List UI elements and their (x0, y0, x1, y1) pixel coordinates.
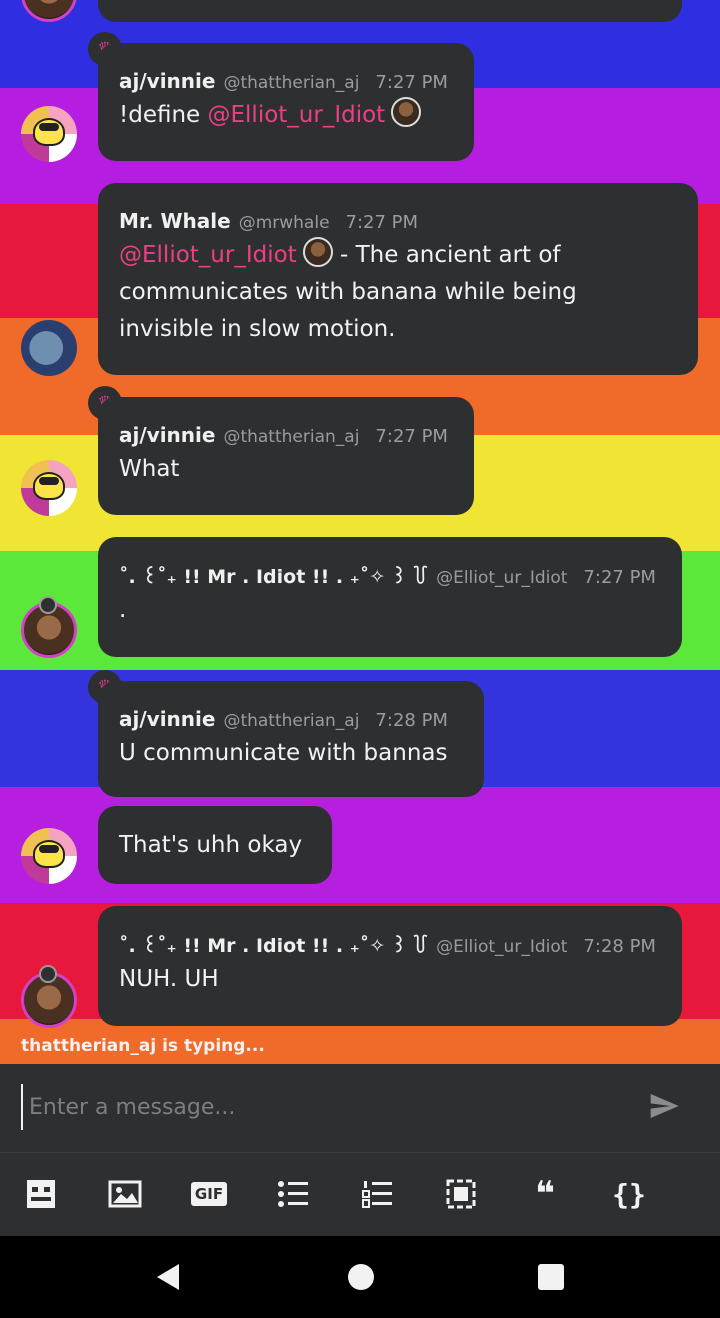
back-icon[interactable] (153, 1262, 183, 1292)
numbered-list-icon[interactable] (358, 1175, 396, 1213)
author-name[interactable]: Mr. Whale (119, 209, 231, 233)
author-handle: @thattherian_aj (223, 711, 360, 731)
select-icon[interactable] (442, 1175, 480, 1213)
typing-indicator: thattherian_aj is typing... (21, 1036, 265, 1056)
message-bubble[interactable]: That's uhh okay (98, 806, 332, 884)
send-icon[interactable] (648, 1090, 680, 1122)
author-name[interactable]: aj/vinnie (119, 69, 215, 93)
avatar (391, 97, 422, 127)
emoji-icon[interactable] (22, 1175, 60, 1213)
avatar[interactable] (21, 106, 77, 162)
mention-link[interactable]: @Elliot_ur_Idiot (119, 242, 297, 268)
author-handle: @mrwhale (238, 213, 330, 233)
author-name[interactable]: ˚. ꒰˚₊ !! Mr . Idiot !! . ₊˚✧ ꒱ ꒦ (119, 932, 428, 957)
mention-link[interactable]: @Elliot_ur_Idiot (208, 102, 386, 128)
chat-background: ♛ aj/vinnie @thattherian_aj 7:27 PM !def… (0, 0, 720, 1064)
message-bubble[interactable]: aj/vinnie @thattherian_aj 7:28 PM U comm… (98, 681, 484, 797)
author-handle: @Elliot_ur_Idiot (436, 937, 568, 957)
author-handle: @thattherian_aj (223, 73, 360, 93)
avatar[interactable] (21, 460, 77, 516)
message-bubble[interactable]: ˚. ꒰˚₊ !! Mr . Idiot !! . ₊˚✧ ꒱ ꒦ @Ellio… (98, 537, 682, 657)
avatar (302, 237, 333, 267)
image-icon[interactable] (106, 1175, 144, 1213)
timestamp: 7:28 PM (583, 936, 656, 957)
message-text: That's uhh okay (119, 832, 303, 858)
status-badge (39, 596, 57, 614)
system-nav-bar (0, 1236, 720, 1318)
timestamp: 7:28 PM (375, 710, 448, 731)
message-text: . (119, 597, 127, 623)
gif-icon[interactable]: GIF (190, 1175, 228, 1213)
message-bubble[interactable]: ˚. ꒰˚₊ !! Mr . Idiot !! . ₊˚✧ ꒱ ꒦ @Ellio… (98, 906, 682, 1026)
code-icon[interactable]: {} (610, 1175, 648, 1213)
message-text: U communicate with bannas (119, 740, 448, 766)
message-text: !define (119, 102, 208, 128)
timestamp: 7:27 PM (583, 567, 656, 588)
avatar[interactable] (21, 828, 77, 884)
message-text: What (119, 456, 180, 482)
avatar[interactable] (21, 320, 77, 376)
author-name[interactable]: ˚. ꒰˚₊ !! Mr . Idiot !! . ₊˚✧ ꒱ ꒦ (119, 563, 428, 588)
formatting-toolbar: GIF ❝ {} (0, 1152, 720, 1236)
recents-icon[interactable] (536, 1262, 566, 1292)
status-badge (39, 965, 57, 983)
author-name[interactable]: aj/vinnie (119, 423, 215, 447)
author-handle: @thattherian_aj (223, 427, 360, 447)
message-composer (0, 1064, 720, 1152)
timestamp: 7:27 PM (345, 212, 419, 233)
message-text: NUH. UH (119, 966, 219, 992)
author-handle: @Elliot_ur_Idiot (436, 568, 568, 588)
timestamp: 7:27 PM (375, 72, 448, 93)
message-input[interactable] (21, 1084, 621, 1130)
message-bubble[interactable]: aj/vinnie @thattherian_aj 7:27 PM !defin… (98, 43, 474, 161)
message-bubble[interactable]: aj/vinnie @thattherian_aj 7:27 PM What (98, 397, 474, 515)
timestamp: 7:27 PM (375, 426, 448, 447)
quote-icon[interactable]: ❝ (526, 1175, 564, 1213)
message-bubble[interactable]: Mr. Whale @mrwhale 7:27 PM @Elliot_ur_Id… (98, 183, 698, 375)
bullet-list-icon[interactable] (274, 1175, 312, 1213)
author-name[interactable]: aj/vinnie (119, 707, 215, 731)
message-bubble[interactable] (98, 0, 682, 22)
home-icon[interactable] (346, 1262, 376, 1292)
